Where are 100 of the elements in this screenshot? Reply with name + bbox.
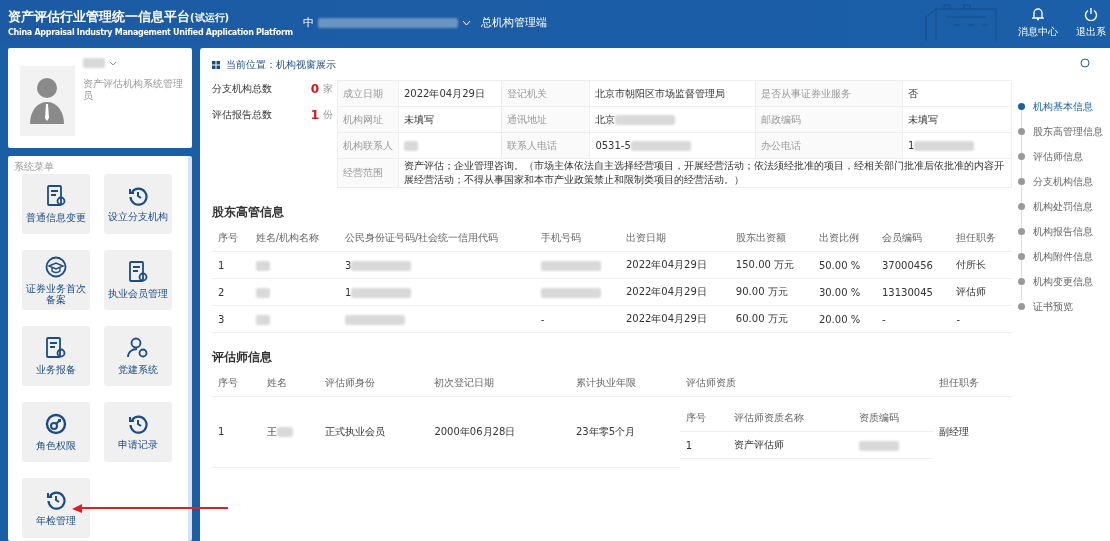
menu-tile[interactable]: 申请记录	[104, 402, 172, 462]
field-value: 2022年04月29日	[398, 80, 502, 107]
field-label: 联系人电话	[501, 132, 590, 159]
menu-tile[interactable]: 执业会员管理	[104, 250, 172, 310]
document-gear-icon	[45, 337, 67, 359]
field-label: 经营范围	[337, 158, 399, 188]
column-header: 担任职务	[950, 225, 1012, 252]
platform-subtitle: China Appraisal Industry Management Unified Application Platform	[8, 28, 293, 37]
column-header: 评估师资质	[679, 370, 933, 397]
table-cell: 2	[212, 278, 250, 306]
field-value: 未填写	[398, 106, 502, 133]
column-header: 姓名	[260, 370, 319, 397]
table-cell: 1	[339, 278, 535, 306]
column-header: 序号	[679, 405, 729, 432]
nav-link[interactable]: 机构处罚信息	[1018, 194, 1110, 219]
table-cell: -	[875, 305, 951, 333]
table-cell: 30.00 %	[812, 278, 876, 306]
stat-label: 分支机构总数	[212, 82, 273, 96]
nav-link[interactable]: 机构附件信息	[1018, 244, 1110, 269]
table-cell: 150.00 万元	[729, 251, 813, 279]
stat-value: 0	[310, 82, 319, 96]
column-header: 出资比例	[812, 225, 876, 252]
stat-label: 评估报告总数	[212, 108, 273, 122]
field-value: 北京	[589, 106, 756, 133]
document-icon	[46, 185, 66, 207]
table-cell: 正式执业会员	[318, 396, 429, 467]
column-header: 序号	[212, 370, 261, 397]
column-header: 公民身份证号码/社会统一信用代码	[339, 225, 535, 252]
field-label: 是否从事证券业服务	[755, 80, 903, 107]
key-icon	[45, 413, 67, 435]
stat-value: 1	[310, 108, 319, 122]
field-value: 北京市朝阳区市场监督管理局	[589, 80, 756, 107]
menu-tile[interactable]: 角色权限	[22, 402, 90, 462]
table-cell: 50.00 %	[812, 251, 876, 279]
column-header: 手机号码	[534, 225, 620, 252]
column-header: 评估师资质名称	[728, 405, 854, 432]
breadcrumb: 当前位置：机构视窗展示	[226, 58, 336, 72]
field-value: 未填写	[902, 106, 1012, 133]
graduation-cap-icon	[45, 255, 67, 278]
nav-link[interactable]: 机构报告信息	[1018, 219, 1110, 244]
table-cell: 20.00 %	[812, 305, 876, 333]
message-center-button[interactable]: 消息中心	[1014, 6, 1062, 39]
field-label: 成立日期	[337, 80, 399, 107]
nav-link[interactable]: 股东高管理信息	[1018, 119, 1110, 144]
table-cell: 付所长	[950, 251, 1012, 279]
caret-icon	[461, 19, 471, 26]
table-cell: 37000456	[875, 251, 951, 279]
table-cell: -	[534, 305, 620, 333]
user-gear-icon	[127, 337, 149, 359]
menu-tile[interactable]: 证券业务首次备案	[22, 250, 90, 310]
table-cell: 2022年04月29日	[619, 278, 730, 306]
bell-icon	[1032, 6, 1044, 21]
column-header: 序号	[212, 225, 250, 252]
table-cell: -	[950, 305, 1012, 333]
column-header: 会员编码	[875, 225, 951, 252]
nav-link[interactable]: 证书预览	[1018, 294, 1110, 319]
history-icon	[128, 414, 148, 434]
menu-tile[interactable]: 业务报备	[22, 326, 90, 386]
table-cell: 1	[212, 396, 261, 467]
column-header: 初次登记日期	[428, 370, 570, 397]
document-icon	[128, 261, 148, 283]
nav-link[interactable]: 机构变更信息	[1018, 269, 1110, 294]
column-header: 评估师身份	[318, 370, 429, 397]
menu-tile[interactable]: 设立分支机构	[104, 174, 172, 234]
field-value: 资产评估；企业管理咨询。（市场主体依法自主选择经营项目，开展经营活动；依法须经批准的项目，经相关部门批准后依批准的内容开展经营活动；不得从事国家和本市产业政策禁止和限制类项目的经营活动。）	[398, 158, 1012, 188]
table-cell: 1	[212, 251, 250, 279]
column-header: 资质编码	[853, 405, 933, 432]
menu-tile[interactable]: 年检管理	[22, 478, 90, 538]
table-cell: 副经理	[932, 396, 1012, 467]
platform-title: 资产评估行业管理统一信息平台	[8, 8, 190, 26]
nav-link[interactable]: 评估师信息	[1018, 144, 1110, 169]
table-cell: 13130045	[875, 278, 951, 306]
field-value: 0531-5	[589, 132, 756, 159]
column-header: 出资日期	[619, 225, 730, 252]
field-label: 办公电话	[755, 132, 903, 159]
refresh-icon	[1080, 58, 1090, 68]
nav-link[interactable]: 分支机构信息	[1018, 169, 1110, 194]
table-cell: 评估师	[950, 278, 1012, 306]
table-cell: 王	[260, 396, 319, 467]
menu-tile[interactable]: 普通信息变更	[22, 174, 90, 234]
logout-button[interactable]: 退出系	[1072, 6, 1110, 39]
column-header: 姓名/机构名称	[249, 225, 340, 252]
portal-label: 总机构管理端	[480, 15, 547, 30]
field-label: 邮政编码	[755, 106, 903, 133]
menu-tile[interactable]: 党建系统	[104, 326, 172, 386]
user-role: 资产评估机构系统管理员	[83, 78, 184, 102]
stat-unit: 份	[323, 108, 334, 122]
column-header: 担任职务	[932, 370, 1012, 397]
field-label: 登记机关	[501, 80, 590, 107]
nav-link[interactable]: 机构基本信息	[1018, 94, 1110, 119]
section-title: 评估师信息	[212, 349, 273, 366]
field-label: 机构网址	[337, 106, 399, 133]
table-cell: 23年零5个月	[570, 396, 680, 467]
table-cell: 2022年04月29日	[619, 305, 730, 333]
power-icon	[1084, 6, 1098, 21]
table-cell: 1	[679, 431, 729, 459]
table-cell: 60.00 万元	[729, 305, 813, 333]
field-value: 1	[902, 132, 1012, 159]
table-cell: 3	[212, 305, 250, 333]
grid-icon	[212, 61, 220, 69]
